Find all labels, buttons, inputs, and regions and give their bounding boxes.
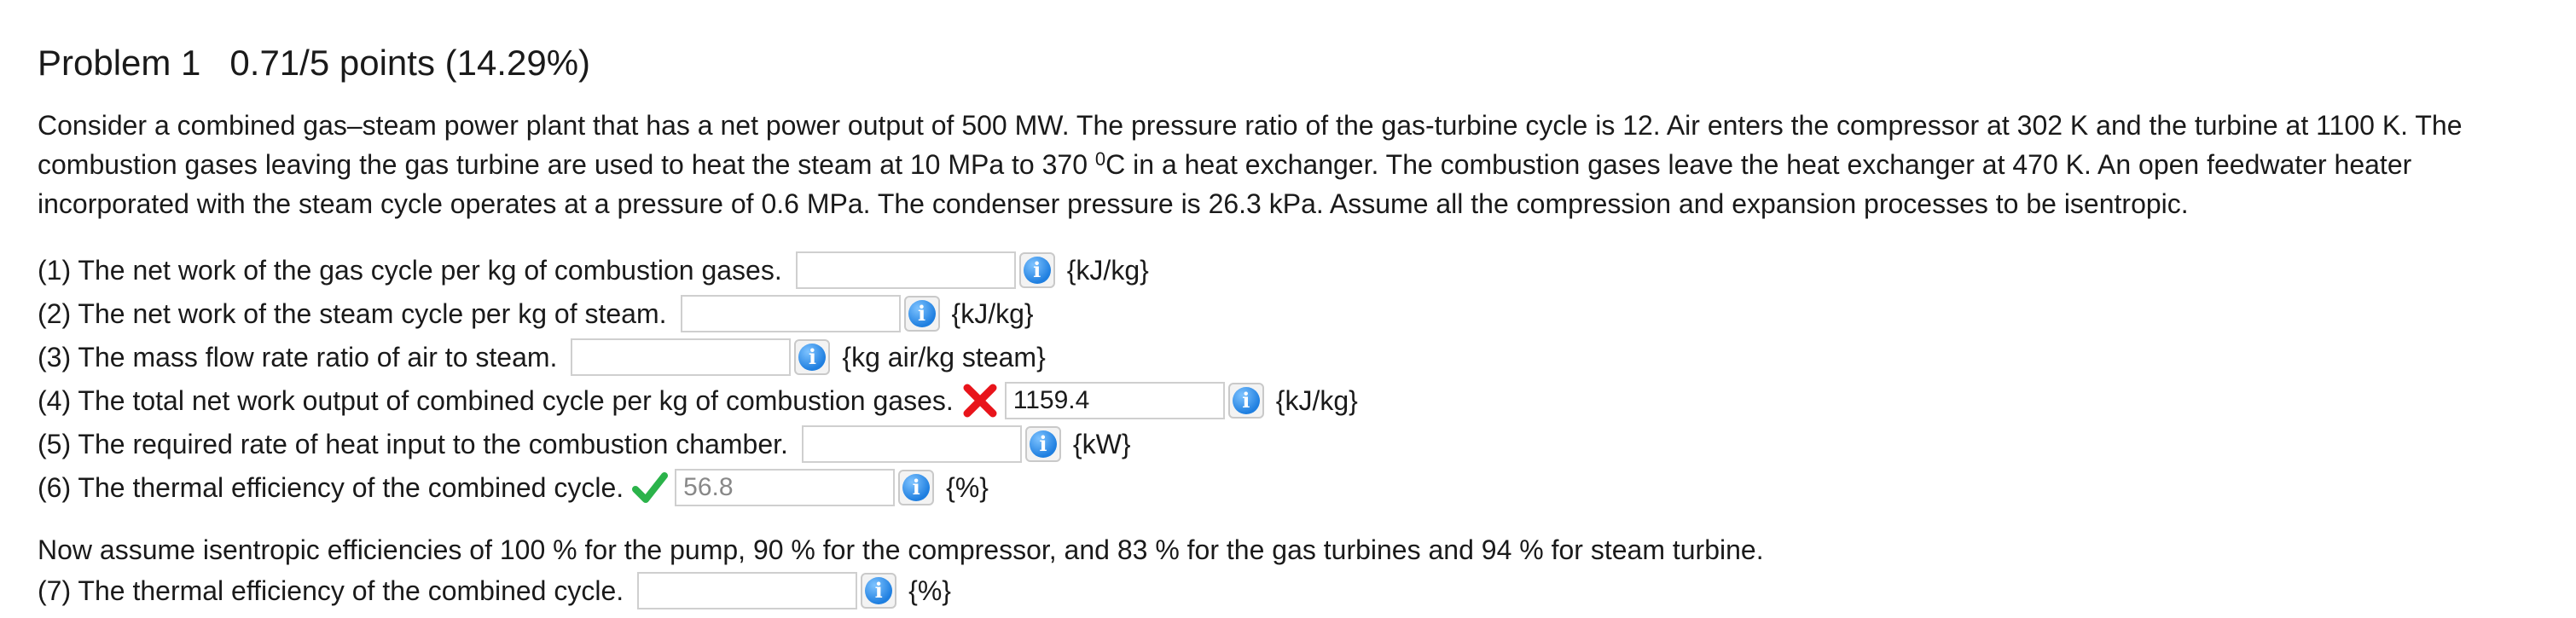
unit-label: {%} xyxy=(946,471,989,503)
unit-label: {kJ/kg} xyxy=(951,297,1034,329)
answer-input-4[interactable] xyxy=(1004,382,1225,419)
question-text: (7) The thermal efficiency of the combin… xyxy=(38,575,624,606)
question-row-3: (3) The mass flow rate ratio of air to s… xyxy=(38,336,1046,378)
answer-input-7[interactable] xyxy=(637,572,858,609)
info-button[interactable]: i xyxy=(1024,426,1061,462)
green-checkmark-icon xyxy=(630,468,670,507)
question-row-4: (4) The total net work output of combine… xyxy=(38,379,1358,422)
question-row-7: (7) The thermal efficiency of the combin… xyxy=(38,569,951,612)
question-row-1: (1) The net work of the gas cycle per kg… xyxy=(38,249,1149,292)
info-button[interactable]: i xyxy=(861,573,897,609)
info-button[interactable]: i xyxy=(1018,252,1055,288)
info-button[interactable]: i xyxy=(898,470,935,505)
info-icon: i xyxy=(798,344,827,371)
red-x-icon xyxy=(960,381,1000,420)
info-icon: i xyxy=(902,474,931,501)
question-row-6: (6) The thermal efficiency of the combin… xyxy=(38,466,989,509)
info-icon: i xyxy=(1029,430,1057,458)
info-icon: i xyxy=(865,577,893,604)
info-button[interactable]: i xyxy=(1227,383,1264,419)
info-icon: i xyxy=(1232,387,1260,414)
question-text: (3) The mass flow rate ratio of air to s… xyxy=(38,341,558,373)
problem-statement: Consider a combined gas–steam power plan… xyxy=(38,106,2554,223)
question-row-5: (5) The required rate of heat input to t… xyxy=(38,423,1131,465)
degree-superscript: 0 xyxy=(1094,148,1106,170)
problem-header: Problem 1 0.71/5 points (14.29%) xyxy=(38,38,590,89)
info-icon: i xyxy=(908,300,936,327)
answer-input-1[interactable] xyxy=(795,251,1016,289)
question-text: (1) The net work of the gas cycle per kg… xyxy=(38,254,782,286)
unit-label: {kJ/kg} xyxy=(1066,254,1149,286)
answer-input-5[interactable] xyxy=(801,425,1022,463)
unit-label: {%} xyxy=(908,575,951,606)
answer-input-6[interactable] xyxy=(675,469,896,506)
question-text: (5) The required rate of heat input to t… xyxy=(38,428,788,459)
info-button[interactable]: i xyxy=(794,339,831,375)
problem-page: Problem 1 0.71/5 points (14.29%) Consider… xyxy=(0,0,2576,618)
answer-input-3[interactable] xyxy=(571,338,792,376)
question-text: (2) The net work of the steam cycle per … xyxy=(38,297,667,329)
unit-label: {kW} xyxy=(1072,428,1131,459)
part2-intro: Now assume isentropic efficiencies of 10… xyxy=(38,534,1764,565)
info-button[interactable]: i xyxy=(903,296,940,332)
answer-input-2[interactable] xyxy=(680,295,901,332)
info-icon: i xyxy=(1023,257,1051,284)
question-row-2: (2) The net work of the steam cycle per … xyxy=(38,292,1034,335)
unit-label: {kJ/kg} xyxy=(1275,384,1358,416)
points-score: 0.71/5 points (14.29%) xyxy=(229,43,591,83)
problem-title: Problem 1 xyxy=(38,43,201,83)
question-text: (4) The total net work output of combine… xyxy=(38,384,954,416)
question-text: (6) The thermal efficiency of the combin… xyxy=(38,471,624,503)
unit-label: {kg air/kg steam} xyxy=(842,341,1046,373)
